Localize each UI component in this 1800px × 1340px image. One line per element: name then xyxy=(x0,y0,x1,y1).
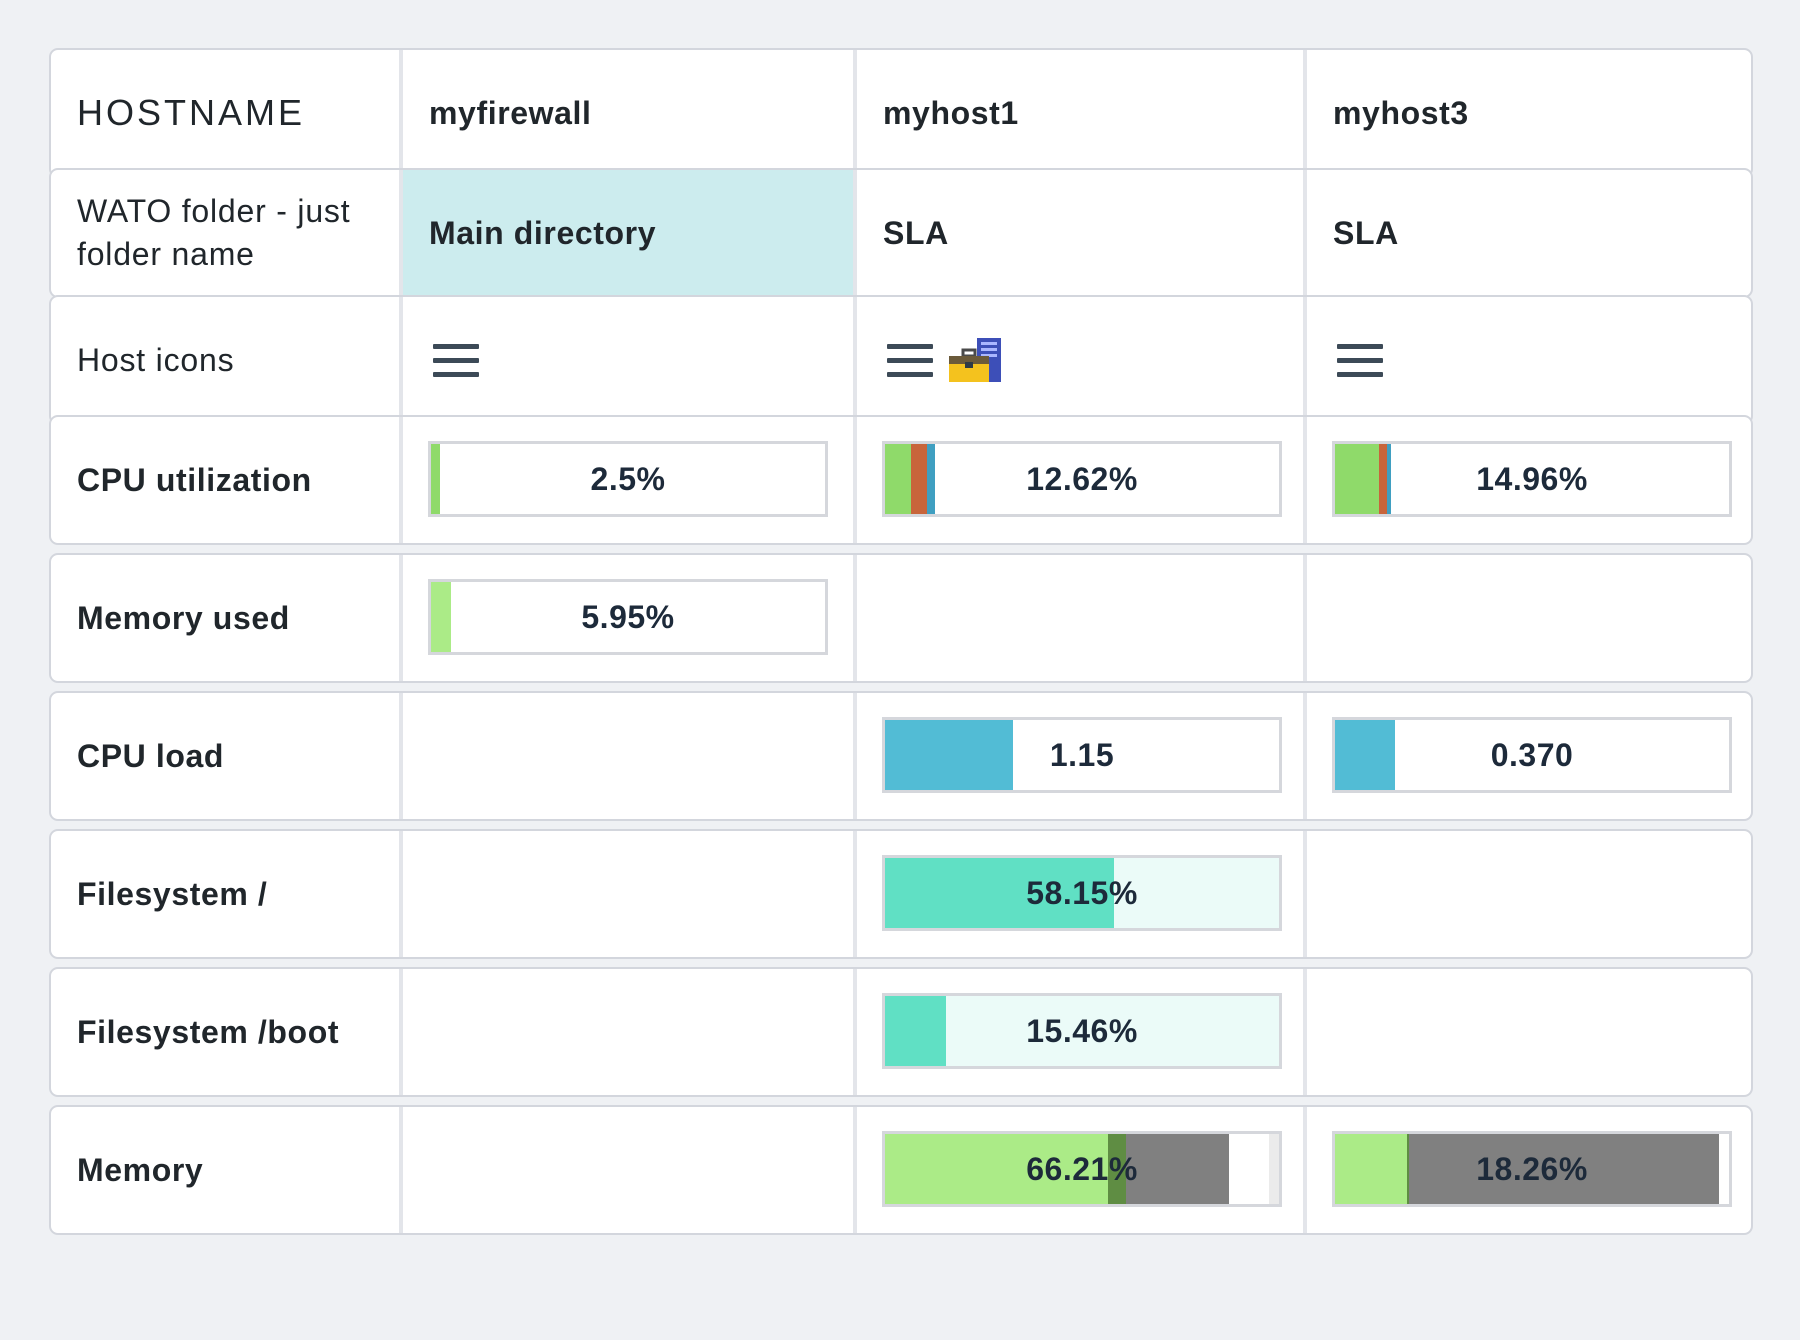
cpu-load-header-label: CPU load xyxy=(77,737,225,774)
host-link-myhost1[interactable]: myhost1 xyxy=(883,95,1019,132)
memory-used-cell-myhost3 xyxy=(1303,555,1751,681)
filesystem-boot-cell-myfirewall xyxy=(399,969,853,1095)
cpu-utilization-value: 14.96% xyxy=(1476,460,1588,497)
folder-header-line2: folder name xyxy=(77,236,255,272)
memory-cell-myhost3: 18.26% xyxy=(1303,1107,1751,1233)
filesystem-boot-perfometer[interactable]: 15.46% xyxy=(882,993,1282,1069)
cpu-utilization-perfometer[interactable]: 2.5% xyxy=(428,441,828,517)
memory-perfometer[interactable]: 18.26% xyxy=(1332,1131,1732,1207)
memory-used-row: Memory used 5.95% xyxy=(49,553,1753,683)
cpu-load-header: CPU load xyxy=(51,693,399,819)
host-icons-cell-myhost3 xyxy=(1303,297,1751,423)
host-icons-row: Host icons xyxy=(49,295,1753,425)
host-icons-cell-myhost1 xyxy=(853,297,1303,423)
filesystem-boot-cell-myhost3 xyxy=(1303,969,1751,1095)
cpu-utilization-value: 2.5% xyxy=(590,460,666,497)
folder-value-main-directory: Main directory xyxy=(429,214,657,251)
memory-header-label: Memory xyxy=(77,1151,204,1188)
filesystem-root-perfometer[interactable]: 58.15% xyxy=(882,855,1282,931)
hostname-cell-myhost1[interactable]: myhost1 xyxy=(853,50,1303,176)
host-link-myfirewall[interactable]: myfirewall xyxy=(429,95,592,132)
folder-cell-myhost3: SLA xyxy=(1303,170,1751,296)
menu-icon[interactable] xyxy=(887,342,933,378)
cpu-load-value: 1.15 xyxy=(1049,736,1115,773)
filesystem-root-cell-myhost1: 58.15% xyxy=(853,831,1303,957)
toolbox-server-icon[interactable] xyxy=(947,336,1003,384)
cpu-load-cell-myfirewall xyxy=(399,693,853,819)
filesystem-root-value: 58.15% xyxy=(1026,874,1138,911)
cpu-load-row: CPU load 1.15 0.370 xyxy=(49,691,1753,821)
hostname-header-label: HOSTNAME xyxy=(77,92,306,133)
folder-value-sla: SLA xyxy=(1333,214,1399,251)
cpu-load-value: 0.370 xyxy=(1490,736,1574,773)
filesystem-root-row: Filesystem / 58.15% xyxy=(49,829,1753,959)
filesystem-boot-header: Filesystem /boot xyxy=(51,969,399,1095)
memory-value: 66.21% xyxy=(1026,1150,1138,1187)
cpu-utilization-cell-myhost1: 12.62% xyxy=(853,417,1303,543)
folder-header-label: WATO folder - just folder name xyxy=(77,190,350,276)
folder-cell-myhost1: SLA xyxy=(853,170,1303,296)
host-link-myhost3[interactable]: myhost3 xyxy=(1333,95,1469,132)
folder-value-sla: SLA xyxy=(883,214,949,251)
filesystem-boot-cell-myhost1: 15.46% xyxy=(853,969,1303,1095)
host-icons-header: Host icons xyxy=(51,297,399,423)
memory-row: Memory 66.21% 18.26% xyxy=(49,1105,1753,1235)
memory-value: 18.26% xyxy=(1476,1150,1588,1187)
memory-used-header-label: Memory used xyxy=(77,599,290,636)
folder-cell-myfirewall: Main directory xyxy=(399,170,853,296)
cpu-load-perfometer[interactable]: 0.370 xyxy=(1332,717,1732,793)
filesystem-root-header: Filesystem / xyxy=(51,831,399,957)
memory-used-perfometer[interactable]: 5.95% xyxy=(428,579,828,655)
cpu-utilization-cell-myfirewall: 2.5% xyxy=(399,417,853,543)
menu-icon[interactable] xyxy=(433,342,479,378)
cpu-utilization-value: 12.62% xyxy=(1026,460,1138,497)
folder-header-line1: WATO folder - just xyxy=(77,193,351,229)
cpu-utilization-perfometer[interactable]: 12.62% xyxy=(882,441,1282,517)
memory-perfometer[interactable]: 66.21% xyxy=(882,1131,1282,1207)
filesystem-root-header-label: Filesystem / xyxy=(77,875,268,912)
cpu-utilization-cell-myhost3: 14.96% xyxy=(1303,417,1751,543)
folder-row: WATO folder - just folder name Main dire… xyxy=(49,168,1753,298)
memory-used-header: Memory used xyxy=(51,555,399,681)
cpu-utilization-perfometer[interactable]: 14.96% xyxy=(1332,441,1732,517)
cpu-utilization-header: CPU utilization xyxy=(51,417,399,543)
memory-header: Memory xyxy=(51,1107,399,1233)
memory-used-cell-myfirewall: 5.95% xyxy=(399,555,853,681)
memory-cell-myhost1: 66.21% xyxy=(853,1107,1303,1233)
filesystem-boot-header-label: Filesystem /boot xyxy=(77,1013,340,1050)
cpu-utilization-header-label: CPU utilization xyxy=(77,461,312,498)
hostname-cell-myhost3[interactable]: myhost3 xyxy=(1303,50,1751,176)
filesystem-root-cell-myfirewall xyxy=(399,831,853,957)
menu-icon[interactable] xyxy=(1337,342,1383,378)
memory-used-cell-myhost1 xyxy=(853,555,1303,681)
hostname-header: HOSTNAME xyxy=(51,50,399,176)
memory-cell-myfirewall xyxy=(399,1107,853,1233)
filesystem-root-cell-myhost3 xyxy=(1303,831,1751,957)
cpu-load-cell-myhost1: 1.15 xyxy=(853,693,1303,819)
cpu-load-perfometer[interactable]: 1.15 xyxy=(882,717,1282,793)
host-icons-header-label: Host icons xyxy=(77,341,235,378)
filesystem-boot-row: Filesystem /boot 15.46% xyxy=(49,967,1753,1097)
host-icons-cell-myfirewall xyxy=(399,297,853,423)
filesystem-boot-value: 15.46% xyxy=(1026,1012,1138,1049)
hostname-row: HOSTNAME myfirewall myhost1 myhost3 xyxy=(49,48,1753,178)
hostname-cell-myfirewall[interactable]: myfirewall xyxy=(399,50,853,176)
folder-header: WATO folder - just folder name xyxy=(51,170,399,296)
cpu-load-cell-myhost3: 0.370 xyxy=(1303,693,1751,819)
memory-used-value: 5.95% xyxy=(581,598,675,635)
cpu-utilization-row: CPU utilization 2.5% 12.62% 14.96% xyxy=(49,415,1753,545)
